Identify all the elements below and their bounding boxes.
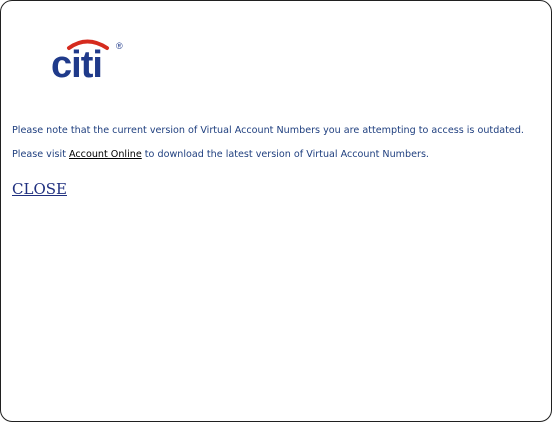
citi-logo-text: citi: [51, 44, 102, 83]
visit-text-before: Please visit: [12, 149, 70, 160]
close-link[interactable]: CLOSE: [12, 180, 67, 198]
visit-text-after: to download the latest version of Virtua…: [141, 149, 429, 160]
citi-logo-graphic: citi ®: [51, 39, 123, 83]
outdated-notice-text: Please note that the current version of …: [12, 125, 524, 136]
citi-logo: citi ®: [49, 37, 129, 83]
registered-mark: ®: [116, 41, 123, 51]
account-online-link[interactable]: Account Online: [69, 149, 142, 160]
outdated-notice: Please note that the current version of …: [12, 125, 524, 136]
visit-instructions: Please visit Account Online to download …: [12, 149, 429, 160]
dialog-window: citi ® Please note that the current vers…: [0, 0, 552, 422]
